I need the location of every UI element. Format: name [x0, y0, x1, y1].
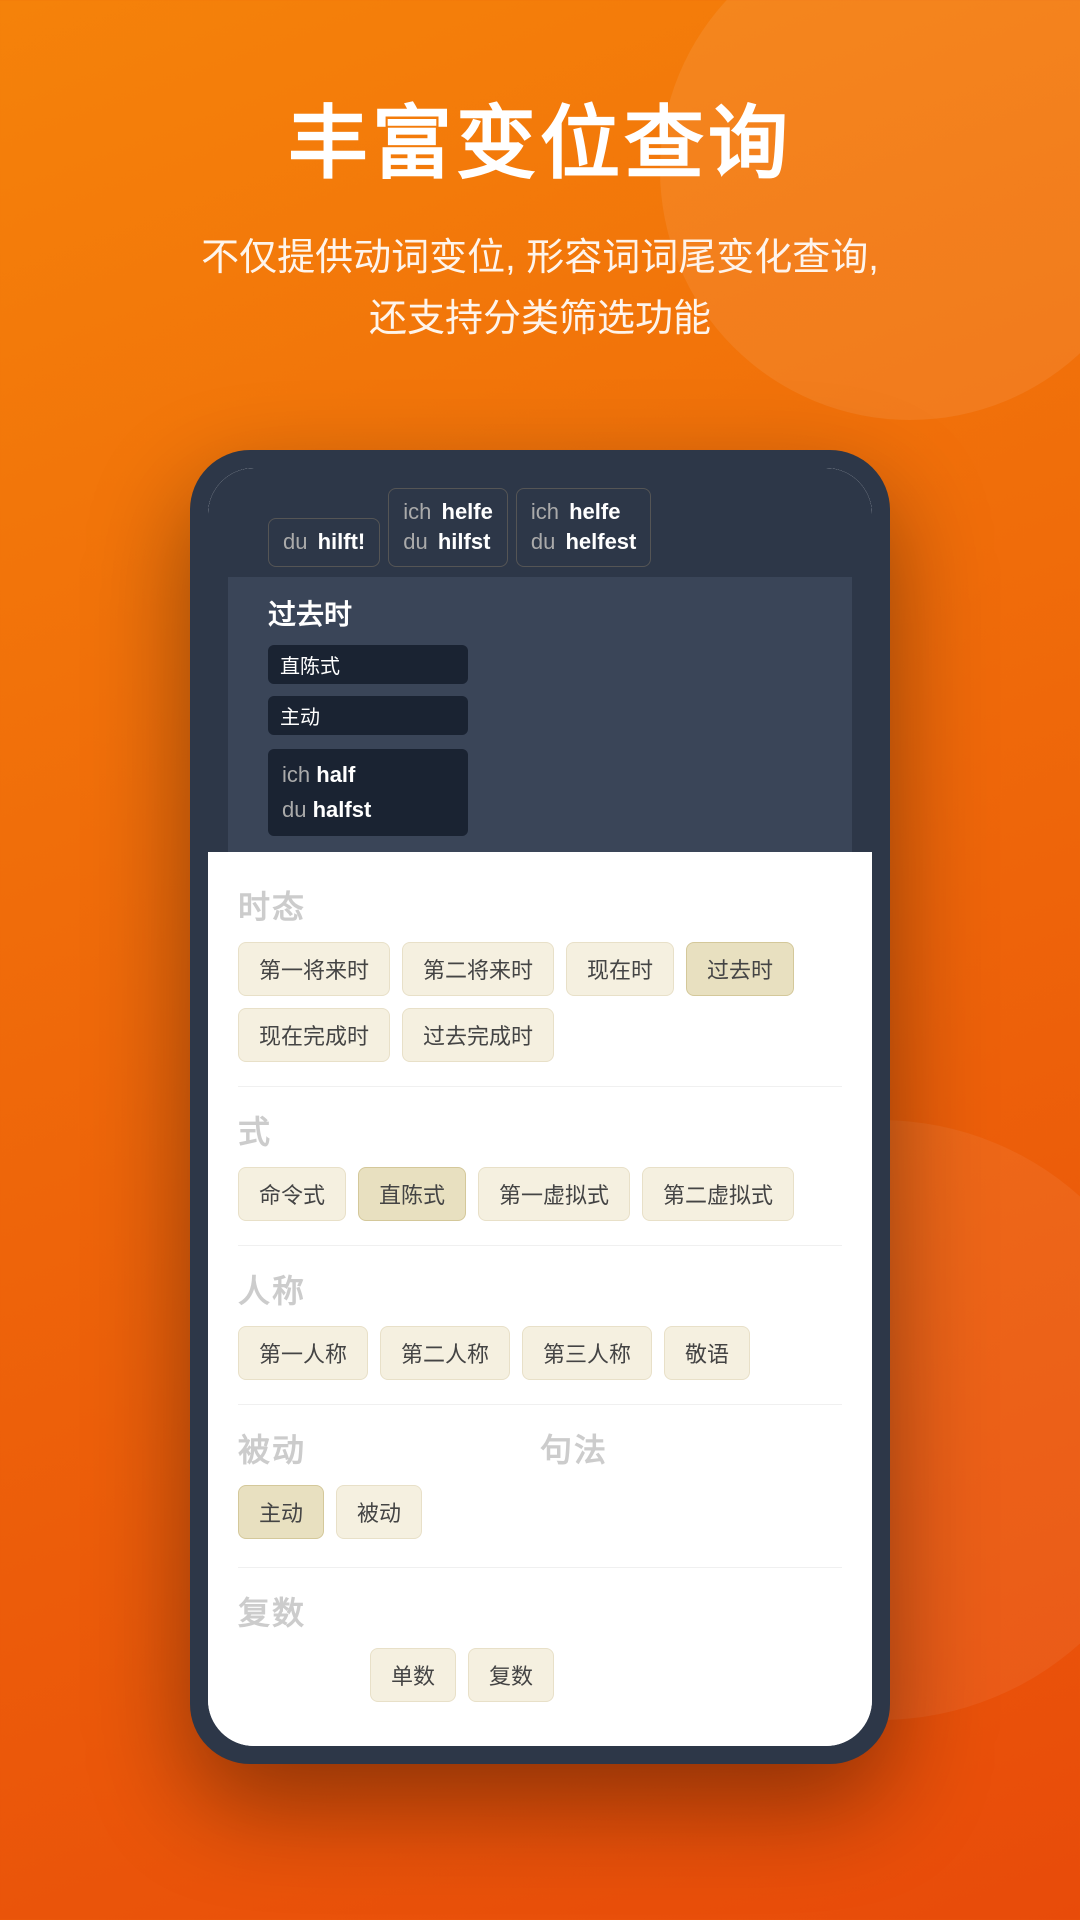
tag-active[interactable]: 主动 — [238, 1485, 324, 1539]
filter-area: 时态 第一将来时 第二将来时 现在时 过去时 现在完成时 过去完成时 式 — [208, 852, 872, 1746]
subtitle: 不仅提供动词变位, 形容词词尾变化查询, 还支持分类筛选功能 — [0, 228, 1080, 350]
tense-label: 过去时 — [268, 593, 832, 633]
tooltip-2-pronoun: ich — [403, 499, 437, 524]
tag-konjunktiv2[interactable]: 第二虚拟式 — [642, 1167, 794, 1221]
tag-third-person[interactable]: 第三人称 — [522, 1326, 652, 1380]
divider-2 — [238, 1245, 842, 1246]
tag-first-person[interactable]: 第一人称 — [238, 1326, 368, 1380]
divider-4 — [238, 1567, 842, 1568]
tooltip-3-pronoun2: du — [531, 529, 562, 554]
tag-plural[interactable]: 复数 — [468, 1648, 554, 1702]
tooltip-2-verb: helfe — [442, 499, 493, 524]
tooltip-3-verb: helfe — [569, 499, 620, 524]
divider-1 — [238, 1086, 842, 1087]
tag-konjunktiv1[interactable]: 第一虚拟式 — [478, 1167, 630, 1221]
filter-person: 人称 第一人称 第二人称 第三人称 敬语 — [238, 1266, 842, 1380]
tooltip-3-pronoun: ich — [531, 499, 565, 524]
screen-dark-area: du hilft! ich helfe du hilfst ich helfe … — [208, 468, 872, 852]
filter-number: 复数 单数 复数 — [238, 1588, 842, 1702]
phone-container: du hilft! ich helfe du hilfst ich helfe … — [190, 450, 890, 1764]
tag-present[interactable]: 现在时 — [566, 942, 674, 996]
tooltip-2-pronoun2: du — [403, 529, 434, 554]
conj-verb1: half — [316, 762, 355, 787]
tag-past[interactable]: 过去时 — [686, 942, 794, 996]
filter-voice-label: 被动 — [238, 1425, 540, 1471]
tense-card: 过去时 直陈式 主动 ich half du halfst — [228, 577, 852, 851]
filter-mode-label: 式 — [238, 1107, 842, 1153]
tooltip-1-pronoun: du — [283, 529, 314, 554]
tag-polite[interactable]: 敬语 — [664, 1326, 750, 1380]
conj-pronoun1: ich — [282, 762, 316, 787]
phone-frame: du hilft! ich helfe du hilfst ich helfe … — [190, 450, 890, 1764]
tooltip-1-verb: hilft! — [318, 529, 366, 554]
divider-3 — [238, 1404, 842, 1405]
main-title: 丰富变位查询 — [0, 100, 1080, 188]
conj-pronoun2: du — [282, 797, 313, 822]
filter-voice-tags: 主动 被动 — [238, 1485, 540, 1539]
filter-person-label: 人称 — [238, 1266, 842, 1312]
tag-second-person[interactable]: 第二人称 — [380, 1326, 510, 1380]
filter-mode: 式 命令式 直陈式 第一虚拟式 第二虚拟式 — [238, 1107, 842, 1221]
tag-future1[interactable]: 第一将来时 — [238, 942, 390, 996]
filter-number-tags: 单数 复数 — [238, 1648, 842, 1702]
tooltip-3-verb2: helfest — [565, 529, 636, 554]
filter-number-label: 复数 — [238, 1588, 842, 1634]
filter-tense-label: 时态 — [238, 882, 842, 928]
tag-perfect[interactable]: 现在完成时 — [238, 1008, 390, 1062]
badge-voice[interactable]: 主动 — [268, 696, 468, 735]
filter-row-voice-syntax: 被动 主动 被动 句法 — [238, 1425, 842, 1563]
tooltip-1[interactable]: du hilft! — [268, 518, 380, 567]
filter-syntax-label: 句法 — [540, 1425, 842, 1471]
tag-imperative[interactable]: 命令式 — [238, 1167, 346, 1221]
tooltip-3[interactable]: ich helfe du helfest — [516, 488, 652, 568]
filter-tense-tags: 第一将来时 第二将来时 现在时 过去时 现在完成时 过去完成时 — [238, 942, 842, 1062]
tag-singular[interactable]: 单数 — [370, 1648, 456, 1702]
filter-mode-tags: 命令式 直陈式 第一虚拟式 第二虚拟式 — [238, 1167, 842, 1221]
page-header: 丰富变位查询 不仅提供动词变位, 形容词词尾变化查询, 还支持分类筛选功能 — [0, 0, 1080, 390]
tag-past-perfect[interactable]: 过去完成时 — [402, 1008, 554, 1062]
conjugation: ich half du halfst — [268, 749, 468, 835]
badge-mode[interactable]: 直陈式 — [268, 645, 468, 684]
subtitle-line2: 还支持分类筛选功能 — [369, 298, 711, 340]
filter-voice: 被动 主动 被动 — [238, 1425, 540, 1539]
tooltip-row: du hilft! ich helfe du hilfst ich helfe … — [228, 488, 852, 568]
tag-passive[interactable]: 被动 — [336, 1485, 422, 1539]
filter-tense: 时态 第一将来时 第二将来时 现在时 过去时 现在完成时 过去完成时 — [238, 882, 842, 1062]
filter-syntax: 句法 — [540, 1425, 842, 1485]
phone-screen: du hilft! ich helfe du hilfst ich helfe … — [208, 468, 872, 1746]
tag-future2[interactable]: 第二将来时 — [402, 942, 554, 996]
tooltip-2-verb2: hilfst — [438, 529, 491, 554]
filter-person-tags: 第一人称 第二人称 第三人称 敬语 — [238, 1326, 842, 1380]
tag-indicative[interactable]: 直陈式 — [358, 1167, 466, 1221]
subtitle-line1: 不仅提供动词变位, 形容词词尾变化查询, — [201, 237, 879, 279]
tooltip-2[interactable]: ich helfe du hilfst — [388, 488, 508, 568]
conj-verb2: halfst — [313, 797, 372, 822]
